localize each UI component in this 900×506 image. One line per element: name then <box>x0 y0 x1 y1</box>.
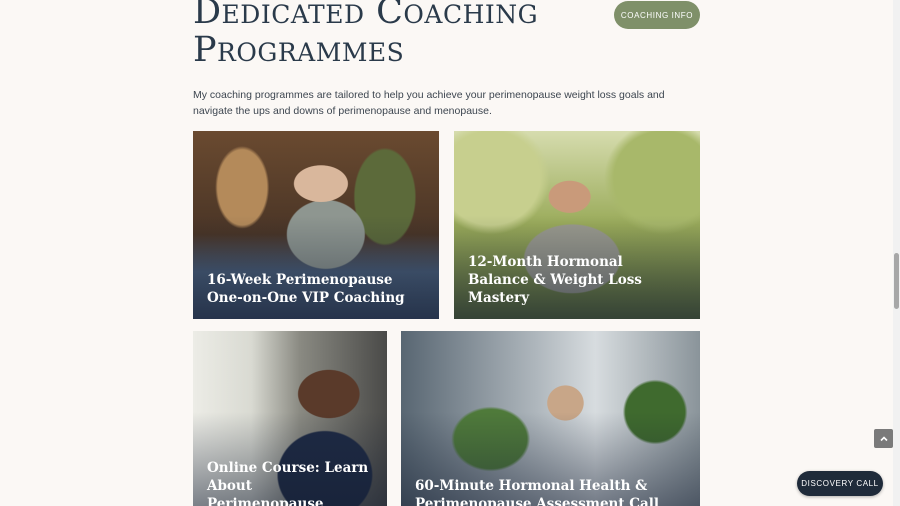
section-intro: My coaching programmes are tailored to h… <box>193 89 665 117</box>
chevron-up-icon <box>879 435 888 441</box>
program-card-vip-coaching[interactable]: 16-Week Perimenopause One-on-One VIP Coa… <box>193 131 439 319</box>
back-to-top-button[interactable] <box>874 429 893 448</box>
card-title: Online Course: Learn About Perimenopause <box>207 460 369 506</box>
coaching-info-button[interactable]: COACHING INFO <box>614 1 700 29</box>
discovery-call-button[interactable]: DISCOVERY CALL <box>797 471 883 496</box>
program-card-online-course[interactable]: Online Course: Learn About Perimenopause <box>193 331 387 506</box>
program-card-hormonal-balance[interactable]: 12-Month Hormonal Balance & Weight Loss … <box>454 131 700 319</box>
program-card-assessment-call[interactable]: 60-Minute Hormonal Health & Perimenopaus… <box>401 331 700 506</box>
card-title: 60-Minute Hormonal Health & Perimenopaus… <box>415 478 660 506</box>
scrollbar-thumb[interactable] <box>894 253 899 309</box>
section-heading: Dedicated Coaching Programmes <box>193 0 539 70</box>
page: Dedicated Coaching Programmes COACHING I… <box>0 0 893 506</box>
card-title: 12-Month Hormonal Balance & Weight Loss … <box>468 254 642 306</box>
card-title: 16-Week Perimenopause One-on-One VIP Coa… <box>207 272 405 306</box>
scrollbar[interactable] <box>893 0 900 506</box>
